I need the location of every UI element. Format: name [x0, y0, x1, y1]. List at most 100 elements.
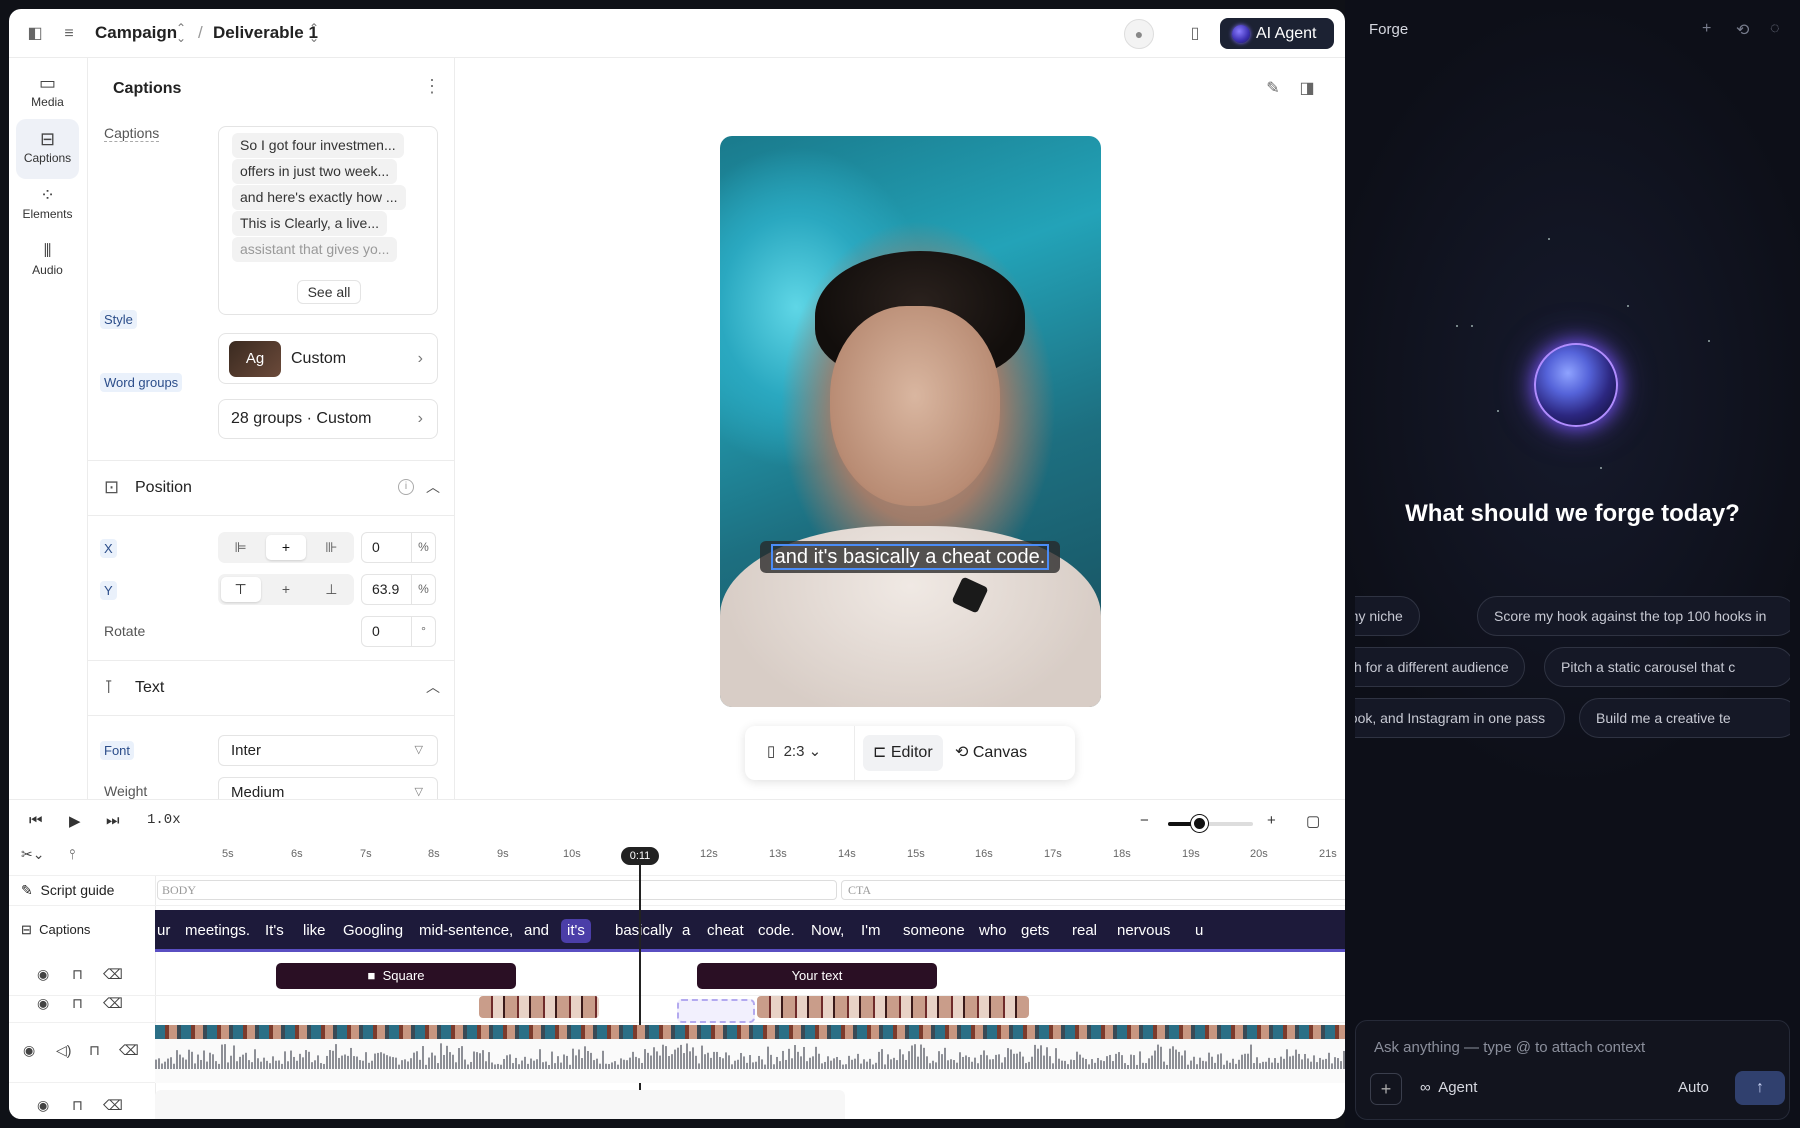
caption-word[interactable]: meetings. — [185, 919, 250, 943]
playback-speed[interactable]: 1.0x — [147, 812, 181, 828]
text-section-header[interactable]: ⊺ Text ︿ — [88, 660, 454, 716]
ask-input[interactable]: Ask anything — type @ to attach context — [1374, 1039, 1645, 1056]
suggestion-chip[interactable]: book, and Instagram in one pass — [1355, 698, 1565, 738]
chevron-up-icon[interactable]: ︿ — [426, 477, 440, 497]
caption-word[interactable]: mid-sentence, — [419, 919, 513, 943]
editor-button[interactable]: ⊏ Editor — [863, 735, 943, 771]
caption-word[interactable]: basically — [615, 919, 673, 943]
element-clip-square[interactable]: ■ Square — [276, 963, 516, 989]
rail-item-captions[interactable]: ⊟ Captions — [16, 119, 79, 179]
suggestion-chip[interactable]: ch for a different audience — [1355, 647, 1525, 687]
align-top-icon[interactable]: ⊤ — [220, 577, 261, 602]
caption-word[interactable]: and — [524, 919, 549, 943]
caption-word[interactable]: I'm — [861, 919, 881, 943]
caption-word[interactable]: It's — [265, 919, 284, 943]
visibility-eye-icon[interactable]: ◉ — [37, 995, 49, 1012]
menu-icon[interactable]: ≡ — [59, 24, 79, 44]
position-section-header[interactable]: ⊡ Position i ︿ — [88, 460, 454, 516]
skip-forward-icon[interactable]: ⏭ — [106, 812, 120, 829]
info-icon[interactable]: i — [398, 479, 414, 495]
x-input[interactable]: 0 % — [361, 532, 436, 563]
panel-toggle-icon[interactable]: ◨ — [1297, 79, 1317, 99]
trash-icon[interactable]: ⌫ — [103, 995, 123, 1012]
caption-overlay[interactable]: and it's basically a cheat code. — [760, 541, 1060, 573]
broll-clip[interactable] — [479, 996, 599, 1018]
zoom-slider-handle[interactable] — [1191, 815, 1208, 832]
align-bottom-icon[interactable]: ⊥ — [311, 577, 351, 602]
suggestion-chip[interactable]: Pitch a static carousel that c — [1544, 647, 1790, 687]
video-clip-strip[interactable] — [155, 1025, 1345, 1039]
script-section-cta[interactable]: CTA — [841, 880, 1345, 900]
style-selector[interactable]: Ag Custom › — [218, 333, 438, 384]
caption-word[interactable]: cheat — [707, 919, 744, 943]
caption-line[interactable]: offers in just two week... — [232, 159, 398, 184]
captions-track[interactable]: ur meetings. It's like Googling mid-sent… — [155, 910, 1345, 952]
skip-back-icon[interactable]: ⏮ — [29, 812, 43, 829]
lock-icon[interactable]: ⊓ — [89, 1042, 100, 1059]
word-groups-selector[interactable]: 28 groups · Custom › — [218, 399, 438, 439]
visibility-eye-icon[interactable]: ◉ — [37, 966, 49, 983]
visibility-eye-icon[interactable]: ◉ — [23, 1042, 35, 1059]
see-all-button[interactable]: See all — [297, 280, 361, 304]
deliverable-switch-icon[interactable]: ⌃ ⌄ — [309, 22, 319, 44]
settings-sliders-icon[interactable]: ⫯ — [69, 846, 75, 863]
align-center-icon[interactable]: + — [265, 535, 306, 560]
trash-icon[interactable]: ⌫ — [119, 1042, 139, 1059]
align-middle-icon[interactable]: + — [266, 577, 306, 602]
caption-word[interactable]: Now, — [811, 919, 844, 943]
video-preview[interactable]: and it's basically a cheat code. — [720, 136, 1101, 707]
suggestion-chip[interactable]: Score my hook against the top 100 hooks … — [1477, 596, 1790, 636]
ai-agent-button[interactable]: AI Agent — [1220, 18, 1334, 49]
model-auto-select[interactable]: Auto — [1678, 1079, 1709, 1096]
sidebar-toggle-icon[interactable]: ◧ — [25, 24, 45, 44]
rotate-input[interactable]: 0 ° — [361, 616, 436, 647]
caption-word[interactable]: code. — [758, 919, 795, 943]
weight-select[interactable]: Medium ▽ — [218, 777, 438, 799]
caption-word[interactable]: like — [303, 919, 326, 943]
fit-view-icon[interactable]: ▢ — [1306, 812, 1320, 830]
suggestion-chip[interactable]: in my niche — [1355, 596, 1420, 636]
bottom-track-clip[interactable] — [155, 1090, 845, 1119]
zoom-in-icon[interactable]: + — [1267, 812, 1276, 829]
caption-word[interactable]: nervous — [1117, 919, 1170, 943]
avatar[interactable]: ● — [1124, 19, 1154, 49]
align-right-icon[interactable]: ⊪ — [311, 535, 351, 560]
empty-clip-slot[interactable] — [677, 999, 755, 1023]
history-icon[interactable]: ⟲ — [1736, 20, 1749, 40]
caption-word[interactable]: a — [682, 919, 690, 943]
caption-word[interactable]: Googling — [343, 919, 403, 943]
aspect-ratio-select[interactable]: ▯ 2:3 ⌄ — [767, 742, 821, 760]
play-icon[interactable]: ▶ — [69, 812, 81, 830]
caption-word[interactable]: gets — [1021, 919, 1049, 943]
rail-item-audio[interactable]: ⫴ Audio — [16, 231, 79, 291]
send-button[interactable]: ↑ — [1735, 1071, 1785, 1105]
volume-icon[interactable]: ◁) — [56, 1042, 71, 1059]
playhead-time[interactable]: 0:11 — [621, 847, 659, 865]
agent-mode-button[interactable]: ∞ Agent — [1420, 1079, 1477, 1096]
caption-line[interactable]: So I got four investmen... — [232, 133, 404, 158]
breadcrumb-deliverable[interactable]: Deliverable 1 — [213, 23, 318, 43]
audio-waveform[interactable] — [155, 1039, 1345, 1083]
rail-item-media[interactable]: ▭ Media — [16, 63, 79, 123]
caption-line[interactable]: and here's exactly how ... — [232, 185, 406, 210]
align-left-icon[interactable]: ⊫ — [221, 535, 261, 560]
caption-word[interactable]: who — [979, 919, 1007, 943]
caption-line[interactable]: assistant that gives yo... — [232, 237, 398, 262]
y-input[interactable]: 63.9 % — [361, 574, 436, 605]
caption-word-active[interactable]: it's — [561, 919, 591, 943]
lock-icon[interactable]: ⊓ — [72, 995, 83, 1012]
chevron-up-icon[interactable]: ︿ — [426, 677, 440, 697]
caption-word[interactable]: u — [1195, 919, 1203, 943]
element-clip-text[interactable]: Your text — [697, 963, 937, 989]
new-chat-icon[interactable]: + — [1702, 20, 1711, 38]
zoom-slider[interactable] — [1168, 815, 1253, 832]
zoom-out-icon[interactable]: − — [1140, 812, 1149, 829]
suggestion-chip[interactable]: Build me a creative te — [1579, 698, 1790, 738]
more-icon[interactable]: ⋮ — [423, 76, 441, 97]
trash-icon[interactable]: ⌫ — [103, 966, 123, 983]
canvas-button[interactable]: ⟲ Canvas — [945, 735, 1037, 771]
caption-line[interactable]: This is Clearly, a live... — [232, 211, 387, 236]
caption-word[interactable]: real — [1072, 919, 1097, 943]
caption-word[interactable]: someone — [903, 919, 965, 943]
lock-icon[interactable]: ⊓ — [72, 966, 83, 983]
